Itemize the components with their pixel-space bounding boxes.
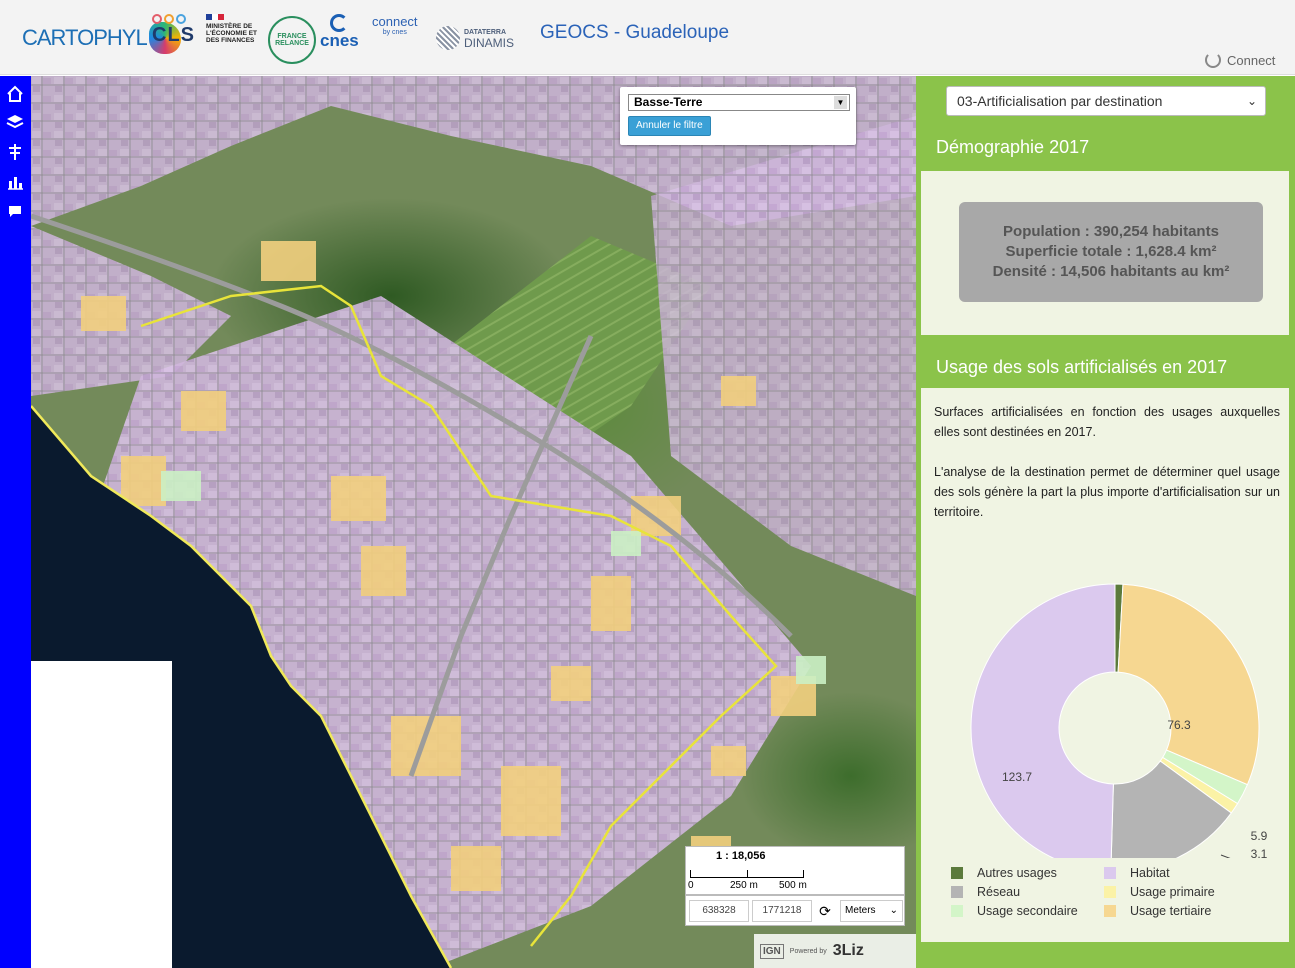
dataterra-logo-icon — [436, 26, 460, 50]
legend-label: Usage secondaire — [977, 904, 1078, 918]
donut-slice-tertiaire[interactable] — [1117, 583, 1260, 786]
coordinates-widget: 638328 1771218 ⟳ Meters ⌄ — [685, 895, 905, 926]
blank-map-area — [31, 661, 172, 968]
legend-label: Usage primaire — [1130, 885, 1215, 899]
legend-item-usage-secondaire[interactable]: Usage secondaire — [951, 904, 1078, 918]
demographie-title: Démographie 2017 — [936, 137, 1090, 157]
app-title: GEOCS - Guadeloupe — [540, 22, 730, 43]
demographie-stats: Population : 390,254 habitants Superfici… — [959, 202, 1263, 302]
cartophyl-logo-text: CARTOPHYL — [22, 25, 148, 50]
usage-description-2: L'analyse de la destination permet de dé… — [934, 465, 1280, 519]
comment-icon[interactable] — [5, 202, 25, 222]
donut-slice-habitat[interactable] — [970, 583, 1116, 858]
usage-description-1: Surfaces artificialisées en fonction des… — [934, 405, 1280, 439]
app-header: CARTOPHYL CLS MINISTÈRE DE L'ÉCONOMIE ET… — [0, 0, 1295, 75]
connect-logo-subtext: by cnes — [382, 29, 407, 36]
powered-by-text: Powered by — [789, 947, 827, 955]
connect-logo-text: connect — [372, 14, 418, 29]
ministere-logo: MINISTÈRE DE L'ÉCONOMIE ET DES FINANCES — [206, 14, 266, 62]
legend-item-autres-usages[interactable]: Autres usages — [951, 866, 1057, 880]
map-attribution: IGN Powered by 3Liz — [754, 934, 916, 968]
donut-label-usage-primaire: 3.1 — [1251, 847, 1268, 858]
commune-select[interactable]: Basse-Terre ▼ — [628, 94, 850, 111]
legend-label: Réseau — [977, 885, 1021, 899]
chevron-down-icon: ⌄ — [1246, 94, 1257, 108]
french-flag-icon — [206, 14, 224, 20]
layers-icon[interactable] — [5, 112, 25, 132]
usage-description: Surfaces artificialisées en fonction des… — [934, 402, 1280, 522]
scale-tick-250: 250 m — [730, 880, 758, 891]
commune-select-value: Basse-Terre — [634, 95, 703, 109]
connect-label: Connect — [1227, 52, 1276, 68]
scale-bar — [690, 870, 804, 878]
cls-logo-icon — [152, 14, 186, 24]
home-icon[interactable] — [5, 84, 25, 104]
legend-swatch — [1104, 905, 1116, 917]
cnes-logo-text: cnes — [320, 31, 359, 50]
superficie-stat: Superficie totale : 1,628.4 km² — [1005, 243, 1217, 260]
chevron-down-icon: ⌄ — [889, 905, 898, 916]
connect-button[interactable]: Connect — [1205, 52, 1275, 68]
usage-title: Usage des sols artificialisés en 2017 — [936, 357, 1228, 377]
donut-label-tertiaire: 76.3 — [1167, 718, 1191, 732]
demographie-box: Population : 390,254 habitants Superfici… — [921, 171, 1289, 335]
legend-swatch — [951, 886, 963, 898]
coord-x-field[interactable]: 638328 — [689, 900, 749, 922]
connect-by-cnes-logo: connect by cnes — [372, 14, 418, 62]
dropdown-arrow-icon: ▼ — [834, 96, 847, 109]
france-relance-logo-text: FRANCE RELANCE — [275, 33, 309, 47]
ign-logo: IGN — [760, 943, 784, 959]
scale-tick-500: 500 m — [779, 880, 807, 891]
legend-label: Usage tertiaire — [1130, 904, 1212, 918]
cnes-logo-icon — [330, 14, 349, 32]
legend-item-réseau[interactable]: Réseau — [951, 885, 1020, 899]
units-select[interactable]: Meters ⌄ — [840, 900, 903, 922]
legend-label: Habitat — [1130, 866, 1170, 880]
theme-select[interactable]: 03-Artificialisation par destination ⌄ — [946, 86, 1266, 116]
locate-icon[interactable] — [5, 142, 25, 162]
cnes-logo: cnes — [320, 14, 359, 62]
legend-item-usage-tertiaire[interactable]: Usage tertiaire — [1104, 904, 1211, 918]
population-stat: Population : 390,254 habitants — [1003, 223, 1219, 240]
scale-ratio: 1 : 18,056 — [716, 850, 766, 862]
reset-filter-button[interactable]: Annuler le filtre — [628, 116, 711, 136]
theme-select-value: 03-Artificialisation par destination — [957, 93, 1163, 109]
dataterra-dinamis-logo: DATATERRA DINAMIS — [436, 14, 514, 62]
commune-filter-panel: Basse-Terre ▼ Annuler le filtre — [620, 87, 856, 145]
usage-box: Surfaces artificialisées en fonction des… — [921, 388, 1289, 942]
power-icon — [1205, 52, 1221, 68]
legend-swatch — [951, 867, 963, 879]
units-select-value: Meters — [845, 905, 876, 916]
dinamis-logo-text: DINAMIS — [464, 36, 515, 50]
refresh-icon[interactable]: ⟳ — [816, 902, 834, 920]
ministere-logo-text: MINISTÈRE DE L'ÉCONOMIE ET DES FINANCES — [206, 23, 258, 44]
coord-y-field[interactable]: 1771218 — [752, 900, 812, 922]
legend-label: Autres usages — [977, 866, 1057, 880]
dataviz-panel: 03-Artificialisation par destination ⌄ D… — [916, 76, 1295, 968]
legend-swatch — [1104, 867, 1116, 879]
scale-bar-widget: 1 : 18,056 0 250 m 500 m — [685, 846, 905, 895]
cls-logo: CLS — [152, 14, 195, 62]
donut-label-usage-secondaire: 5.9 — [1251, 829, 1268, 843]
map-view[interactable] — [31, 76, 916, 968]
scale-tick-0: 0 — [688, 880, 694, 891]
chart-icon[interactable] — [5, 172, 25, 192]
france-relance-logo: FRANCE RELANCE — [268, 16, 316, 64]
cls-logo-text: CLS — [152, 24, 195, 46]
3liz-logo: 3Liz — [832, 942, 864, 959]
donut-label-habitat: 123.7 — [1002, 770, 1032, 784]
legend-item-usage-primaire[interactable]: Usage primaire — [1104, 885, 1215, 899]
left-toolbar — [0, 76, 31, 968]
legend-item-habitat[interactable]: Habitat — [1104, 866, 1170, 880]
densite-stat: Densité : 14,506 habitants au km² — [992, 263, 1230, 280]
legend-swatch — [1104, 886, 1116, 898]
usage-donut-chart[interactable]: 2.276.35.93.138.5123.7 — [921, 548, 1289, 858]
legend-swatch — [951, 905, 963, 917]
